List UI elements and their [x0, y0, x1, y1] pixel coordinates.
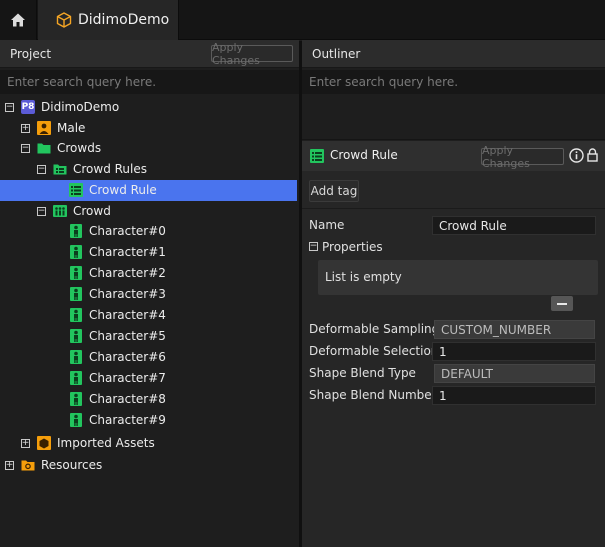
project-title: Project: [10, 46, 52, 61]
remove-item-button[interactable]: [551, 296, 573, 311]
folder-icon: [37, 143, 51, 154]
tree-item-label: Resources: [41, 458, 103, 472]
outliner-title: Outliner: [312, 46, 361, 61]
tree-item-label: Character#9: [89, 413, 166, 427]
collapse-icon[interactable]: −: [5, 103, 14, 112]
deformable-sampling-label: Deformable Sampling: [309, 322, 440, 336]
tree-item-character-9[interactable]: Character#9: [0, 410, 299, 431]
tree-item-crowds[interactable]: − Crowds: [0, 138, 299, 159]
name-field[interactable]: Crowd Rule: [432, 216, 596, 235]
deformable-sampling-dropdown[interactable]: CUSTOM_NUMBER: [434, 320, 595, 339]
tree-item-label: Crowd Rule: [89, 183, 157, 197]
crowd-rule-icon: [310, 149, 324, 163]
minus-icon: [557, 302, 567, 305]
tree-item-label: Crowd: [73, 204, 111, 218]
tree-item-label: Imported Assets: [57, 436, 155, 450]
character-icon: [70, 287, 82, 301]
character-icon: [70, 413, 82, 427]
p8-badge-icon: P8: [21, 100, 35, 114]
tree-item-resources[interactable]: + Resources: [0, 455, 299, 476]
tree-item-label: Crowd Rules: [73, 162, 148, 176]
expand-icon[interactable]: +: [5, 461, 14, 470]
tree-item-label: Character#1: [89, 245, 166, 259]
tree-item-label: Character#6: [89, 350, 166, 364]
divider: [302, 208, 605, 209]
cube-icon: [56, 12, 72, 28]
tab-bar: DidimoDemo: [0, 0, 605, 40]
collapse-icon[interactable]: −: [37, 207, 46, 216]
tree-item-label: Character#2: [89, 266, 166, 280]
project-apply-changes-button[interactable]: Apply Changes: [211, 41, 293, 67]
expand-icon[interactable]: +: [21, 439, 30, 448]
shape-blend-type-dropdown[interactable]: DEFAULT: [434, 364, 595, 383]
tree-item-label: Crowds: [57, 141, 102, 155]
project-search-input[interactable]: Enter search query here.: [0, 70, 299, 94]
tree-item-label: Character#4: [89, 308, 166, 322]
shape-blend-number-label: Shape Blend Number: [309, 388, 437, 402]
list-empty-text: List is empty: [325, 270, 402, 284]
deformable-selection-field[interactable]: 1: [432, 342, 596, 361]
name-label: Name: [309, 218, 345, 232]
properties-list: List is empty: [318, 260, 598, 295]
shape-blend-type-label: Shape Blend Type: [309, 366, 416, 380]
tree-item-character-2[interactable]: Character#2: [0, 263, 299, 284]
info-icon[interactable]: [569, 148, 584, 163]
collapse-icon[interactable]: −: [37, 165, 46, 174]
tree-item-crowd[interactable]: − Crowd: [0, 201, 299, 222]
character-icon: [70, 392, 82, 406]
character-icon: [70, 371, 82, 385]
tree-item-character-7[interactable]: Character#7: [0, 368, 299, 389]
tree-item-imported-assets[interactable]: + Imported Assets: [0, 433, 299, 454]
properties-section-label: Properties: [322, 240, 383, 254]
crowd-rule-icon: [69, 183, 83, 197]
character-icon: [70, 350, 82, 364]
collapse-icon[interactable]: −: [21, 144, 30, 153]
home-tab[interactable]: [0, 0, 37, 40]
tree-item-label: DidimoDemo: [41, 100, 120, 114]
tab-didimodemo[interactable]: DidimoDemo: [38, 0, 179, 40]
tree-item-crowd-rules[interactable]: − Crowd Rules: [0, 159, 299, 180]
properties-apply-changes-button[interactable]: Apply Changes: [481, 144, 564, 170]
tree-item-label: Character#5: [89, 329, 166, 343]
outliner-list: [302, 94, 605, 140]
shape-blend-number-field[interactable]: 1: [432, 386, 596, 405]
tree-item-character-4[interactable]: Character#4: [0, 305, 299, 326]
character-icon: [70, 266, 82, 280]
character-icon: [70, 245, 82, 259]
character-icon: [70, 224, 82, 238]
tree-item-label: Character#8: [89, 392, 166, 406]
imported-assets-icon: [37, 436, 51, 450]
resources-icon: [21, 460, 35, 471]
tree-item-character-6[interactable]: Character#6: [0, 347, 299, 368]
rules-folder-icon: [53, 164, 67, 175]
tree-item-label: Character#7: [89, 371, 166, 385]
tree-item-didimodemo[interactable]: − P8 DidimoDemo: [0, 97, 299, 118]
outliner-panel-header: Outliner: [302, 40, 605, 68]
properties-title: Crowd Rule: [330, 148, 398, 162]
lock-icon[interactable]: [587, 148, 598, 162]
tree-item-character-0[interactable]: Character#0: [0, 221, 299, 242]
tree-item-label: Character#3: [89, 287, 166, 301]
tree-item-label: Character#0: [89, 224, 166, 238]
deformable-selection-label: Deformable Selection: [309, 344, 439, 358]
crowd-icon: [53, 205, 67, 217]
tree-item-male[interactable]: + Male: [0, 118, 299, 139]
character-folder-icon: [37, 121, 51, 135]
tree-item-character-8[interactable]: Character#8: [0, 389, 299, 410]
tree-item-character-5[interactable]: Character#5: [0, 326, 299, 347]
tree-item-character-3[interactable]: Character#3: [0, 284, 299, 305]
tree-item-character-1[interactable]: Character#1: [0, 242, 299, 263]
outliner-search-input[interactable]: Enter search query here.: [302, 70, 605, 94]
collapse-icon[interactable]: −: [309, 242, 318, 251]
tree-item-label: Male: [57, 121, 86, 135]
tab-label: DidimoDemo: [78, 12, 170, 28]
home-icon: [11, 13, 25, 27]
expand-icon[interactable]: +: [21, 124, 30, 133]
tree-item-crowd-rule[interactable]: Crowd Rule: [0, 180, 297, 201]
add-tag-button[interactable]: Add tag: [309, 180, 359, 202]
character-icon: [70, 308, 82, 322]
character-icon: [70, 329, 82, 343]
